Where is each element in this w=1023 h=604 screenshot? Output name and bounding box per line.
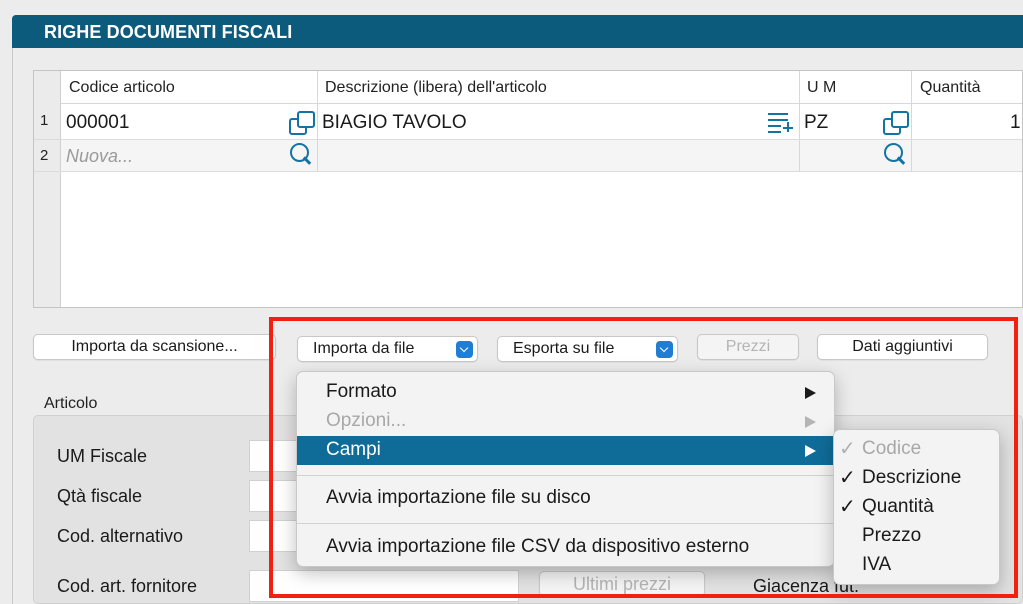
label-um-fiscale: UM Fiscale (57, 446, 148, 466)
col-divider (799, 71, 800, 172)
new-row-placeholder[interactable]: Nuova... (66, 146, 133, 167)
row-divider (34, 139, 1022, 140)
copy-icon[interactable] (883, 111, 909, 135)
row-number: 2 (40, 147, 49, 164)
window-title: RIGHE DOCUMENTI FISCALI (44, 22, 293, 42)
highlight-box (269, 317, 1018, 598)
label-cod-art-fornitore: Cod. art. fornitore (57, 576, 198, 596)
import-scan-button[interactable]: Importa da scansione... (33, 334, 276, 360)
cell-description[interactable]: BIAGIO TAVOLO (322, 112, 467, 134)
cell-qty[interactable]: 1 (1010, 112, 1021, 134)
table-row-2-bg (61, 140, 1022, 172)
col-header-um[interactable]: U M (807, 79, 836, 97)
label-cod-alternativo: Cod. alternativo (57, 526, 184, 546)
list-add-icon[interactable] (768, 113, 794, 135)
col-divider (317, 71, 318, 172)
cell-um[interactable]: PZ (804, 112, 828, 134)
document-lines-table[interactable]: Codice articolo Descrizione (libera) del… (33, 70, 1023, 308)
search-icon[interactable] (882, 142, 908, 168)
copy-icon[interactable] (289, 111, 315, 135)
row-number: 1 (40, 112, 49, 129)
row-divider (34, 171, 1022, 172)
window-title-bar: RIGHE DOCUMENTI FISCALI (12, 15, 1023, 48)
section-label-articolo: Articolo (44, 395, 98, 412)
label-qta-fiscale: Qtà fiscale (57, 486, 143, 506)
cell-code[interactable]: 000001 (66, 112, 129, 134)
col-header-description[interactable]: Descrizione (libera) dell'articolo (325, 79, 547, 97)
search-icon[interactable] (288, 142, 314, 168)
col-header-qty[interactable]: Quantità (920, 79, 980, 97)
row-number-column (34, 71, 61, 307)
col-divider (911, 71, 912, 172)
col-header-code[interactable]: Codice articolo (69, 79, 175, 97)
